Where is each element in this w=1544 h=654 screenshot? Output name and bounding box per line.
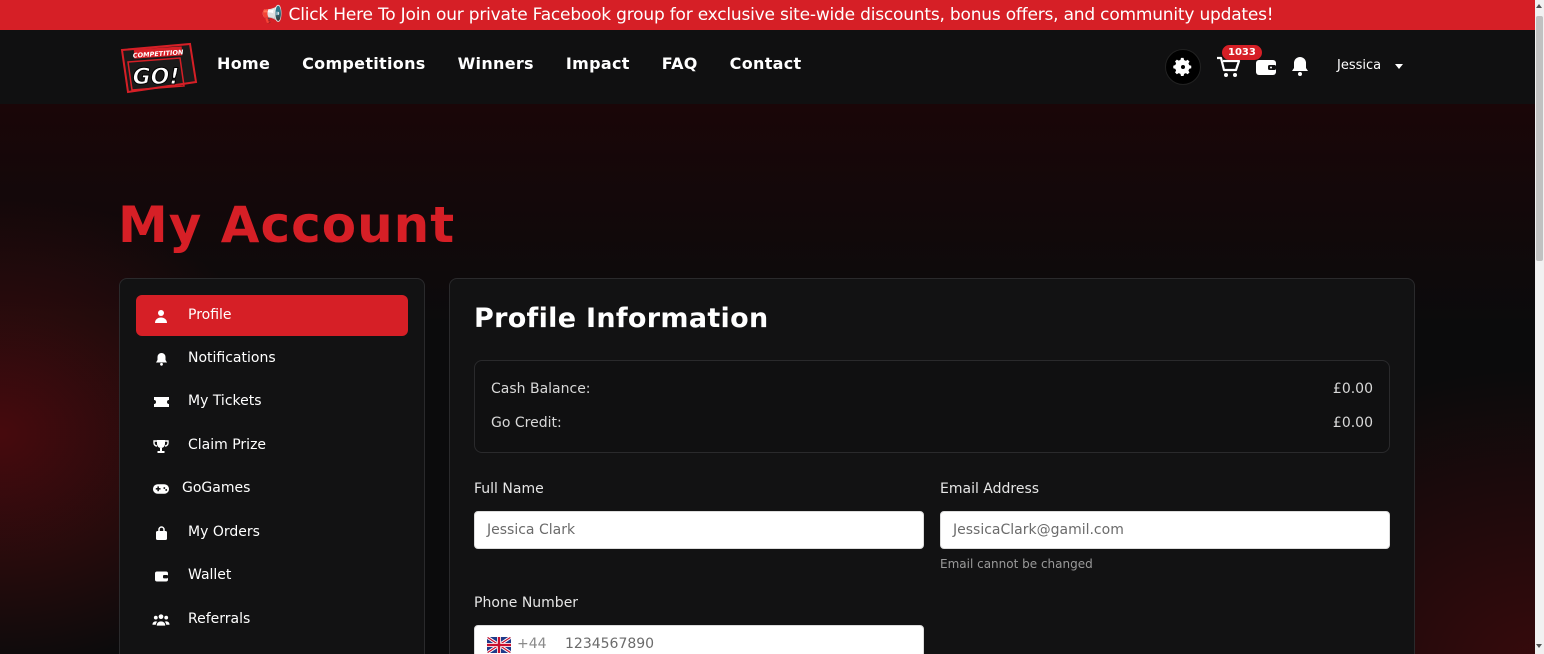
- notifications-button[interactable]: [1290, 55, 1310, 77]
- page-title: My Account: [118, 196, 456, 254]
- announcement-banner[interactable]: 📢 Click Here To Join our private Faceboo…: [0, 0, 1535, 30]
- email-help-text: Email cannot be changed: [940, 557, 1093, 571]
- scrollbar-thumb[interactable]: [1536, 16, 1543, 261]
- sidebar-item-my-orders[interactable]: My Orders: [136, 512, 408, 553]
- phone-input[interactable]: +44 1234567890: [474, 625, 924, 654]
- go-credit-label: Go Credit:: [491, 415, 562, 431]
- balance-summary: Cash Balance: £0.00 Go Credit: £0.00: [474, 360, 1390, 453]
- nav-faq[interactable]: FAQ: [662, 54, 698, 73]
- sidebar-item-profile[interactable]: Profile: [136, 295, 408, 336]
- wallet-icon: [1256, 60, 1276, 75]
- ticket-icon: [152, 393, 170, 411]
- cash-balance-row: Cash Balance: £0.00: [491, 381, 1373, 397]
- full-name-label: Full Name: [474, 481, 544, 497]
- sidebar-item-my-tickets[interactable]: My Tickets: [136, 381, 408, 422]
- navbar: COMPETITION GO! Home Competitions Winner…: [0, 30, 1535, 104]
- users-icon: [152, 611, 170, 629]
- profile-panel: Profile Information Cash Balance: £0.00 …: [449, 278, 1415, 654]
- scroll-down-arrow-icon[interactable]: [1536, 644, 1542, 648]
- cash-balance-label: Cash Balance:: [491, 381, 591, 397]
- sidebar-item-notifications[interactable]: Notifications: [136, 338, 408, 379]
- user-menu-name[interactable]: Jessica: [1337, 58, 1381, 73]
- main-nav: Home Competitions Winners Impact FAQ Con…: [217, 54, 833, 73]
- page-scrollbar[interactable]: [1535, 0, 1544, 654]
- nav-competitions[interactable]: Competitions: [302, 54, 425, 73]
- svg-text:GO!: GO!: [133, 65, 180, 90]
- wallet-icon: [152, 567, 170, 585]
- site-logo[interactable]: COMPETITION GO!: [118, 42, 198, 94]
- email-input[interactable]: JessicaClark@gamil.com: [940, 511, 1390, 549]
- full-name-value: Jessica Clark: [487, 522, 576, 538]
- uk-flag-icon[interactable]: [487, 637, 511, 653]
- cash-balance-value: £0.00: [1332, 381, 1373, 397]
- bell-icon: [1292, 57, 1308, 76]
- sidebar-item-wallet[interactable]: Wallet: [136, 555, 408, 596]
- phone-value: 1234567890: [565, 636, 655, 652]
- sidebar-item-gogames[interactable]: GoGames: [136, 468, 408, 509]
- wallet-button[interactable]: [1255, 57, 1277, 77]
- sidebar-item-referrals[interactable]: Referrals: [136, 599, 408, 640]
- nav-home[interactable]: Home: [217, 54, 270, 73]
- megaphone-icon: 📢: [261, 5, 283, 25]
- bag-icon: [152, 524, 170, 542]
- sidebar-item-label: Profile: [188, 307, 232, 323]
- bell-icon: [152, 350, 170, 368]
- nav-winners[interactable]: Winners: [458, 54, 534, 73]
- sidebar-item-label: Notifications: [188, 350, 276, 366]
- sidebar-item-label: My Orders: [188, 524, 260, 540]
- email-value: JessicaClark@gamil.com: [953, 522, 1124, 538]
- settings-button[interactable]: [1165, 49, 1201, 85]
- nav-contact[interactable]: Contact: [730, 54, 802, 73]
- announcement-text[interactable]: Click Here To Join our private Facebook …: [289, 5, 1274, 25]
- gamepad-icon: [152, 480, 170, 498]
- full-name-input[interactable]: Jessica Clark: [474, 511, 924, 549]
- sidebar-item-claim-prize[interactable]: Claim Prize: [136, 425, 408, 466]
- account-sidebar: Profile Notifications My Tickets Claim P…: [119, 278, 425, 654]
- profile-title: Profile Information: [474, 303, 769, 334]
- go-credit-value: £0.00: [1332, 415, 1373, 431]
- sidebar-item-label: Wallet: [188, 567, 232, 583]
- user-icon: [152, 307, 170, 325]
- sidebar-item-label: My Tickets: [188, 393, 262, 409]
- trophy-icon: [152, 437, 170, 455]
- nav-impact[interactable]: Impact: [566, 54, 630, 73]
- sidebar-item-label: Claim Prize: [188, 437, 267, 453]
- phone-label: Phone Number: [474, 595, 579, 611]
- chevron-down-icon[interactable]: [1395, 64, 1403, 69]
- go-credit-row: Go Credit: £0.00: [491, 415, 1373, 431]
- phone-country-code: +44: [517, 636, 547, 652]
- sidebar-item-label: Referrals: [188, 611, 251, 627]
- sidebar-item-label: GoGames: [182, 480, 251, 496]
- scroll-up-arrow-icon[interactable]: [1536, 4, 1542, 8]
- gear-icon: [1173, 57, 1192, 76]
- email-label: Email Address: [940, 481, 1040, 497]
